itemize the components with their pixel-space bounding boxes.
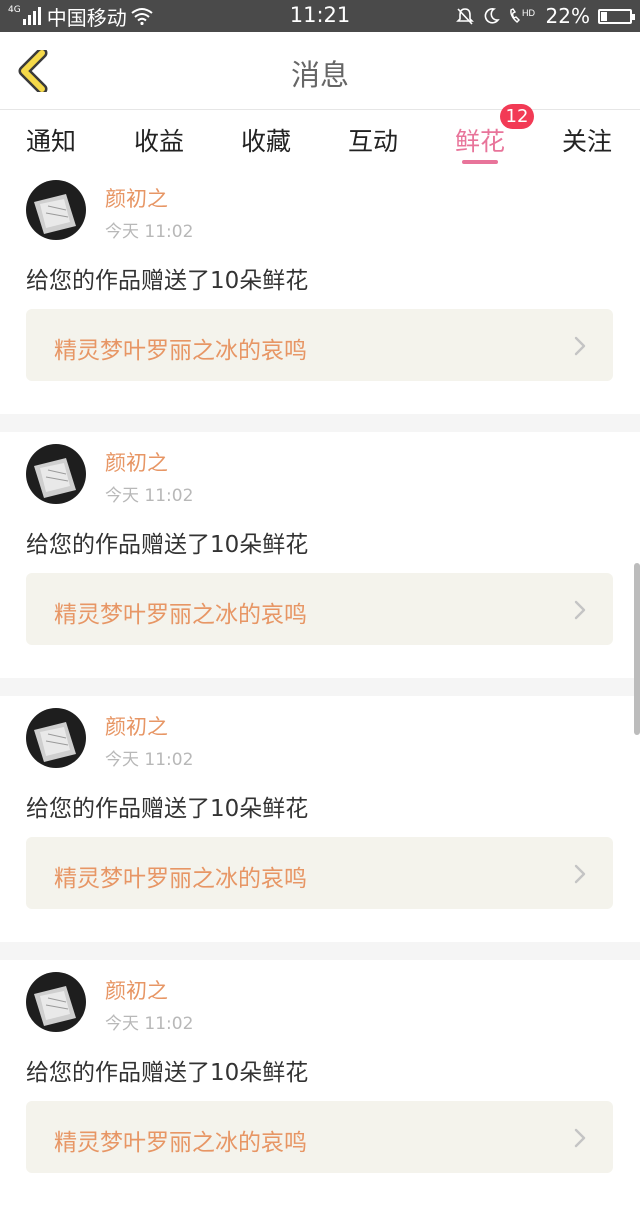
timestamp: 今天 11:02: [105, 222, 194, 242]
tab-favorites[interactable]: 收藏: [241, 122, 291, 158]
chevron-right-icon: [574, 864, 586, 884]
message-text: 给您的作品赠送了10朵鲜花: [26, 268, 309, 294]
divider: [0, 942, 640, 960]
list-item: 颜初之 今天 11:02 给您的作品赠送了10朵鲜花 精灵梦叶罗丽之冰的哀鸣: [0, 696, 640, 942]
user-name[interactable]: 颜初之: [105, 183, 168, 213]
battery-icon: [598, 8, 635, 24]
active-tab-indicator: [462, 160, 498, 164]
hd-call-icon: HD: [509, 8, 535, 23]
tab-interactions[interactable]: 互动: [348, 122, 398, 158]
unread-badge: 12: [500, 104, 534, 129]
battery-fill: [601, 11, 607, 21]
timestamp: 今天 11:02: [105, 750, 194, 770]
scrollbar[interactable]: [634, 563, 640, 735]
timestamp: 今天 11:02: [105, 486, 194, 506]
list-item: 颜初之 今天 11:02 给您的作品赠送了10朵鲜花 精灵梦叶罗丽之冰的哀鸣: [0, 432, 640, 678]
work-title: 精灵梦叶罗丽之冰的哀鸣: [54, 338, 307, 364]
status-bar: 4G 中国移动 11:21 HD 22%: [0, 0, 640, 32]
chevron-right-icon: [574, 1128, 586, 1148]
moon-icon: [484, 8, 500, 24]
tab-earnings[interactable]: 收益: [134, 122, 184, 158]
avatar[interactable]: [26, 708, 86, 768]
work-link[interactable]: 精灵梦叶罗丽之冰的哀鸣: [26, 1101, 613, 1173]
user-name[interactable]: 颜初之: [105, 447, 168, 477]
status-right: HD 22%: [455, 3, 635, 29]
message-text: 给您的作品赠送了10朵鲜花: [26, 532, 309, 558]
divider: [0, 678, 640, 696]
timestamp: 今天 11:02: [105, 1014, 194, 1034]
work-title: 精灵梦叶罗丽之冰的哀鸣: [54, 602, 307, 628]
work-link[interactable]: 精灵梦叶罗丽之冰的哀鸣: [26, 837, 613, 909]
user-name[interactable]: 颜初之: [105, 711, 168, 741]
work-link[interactable]: 精灵梦叶罗丽之冰的哀鸣: [26, 573, 613, 645]
tab-notify[interactable]: 通知: [26, 122, 76, 158]
list-item: 颜初之 今天 11:02 给您的作品赠送了10朵鲜花 精灵梦叶罗丽之冰的哀鸣: [0, 960, 640, 1206]
list-item: 颜初之 今天 11:02 给您的作品赠送了10朵鲜花 精灵梦叶罗丽之冰的哀鸣: [0, 168, 640, 414]
work-title: 精灵梦叶罗丽之冰的哀鸣: [54, 1130, 307, 1156]
tab-follow[interactable]: 关注: [562, 122, 612, 158]
tab-bar: 通知 收益 收藏 互动 鲜花 关注: [0, 110, 640, 168]
avatar[interactable]: [26, 972, 86, 1032]
chevron-right-icon: [574, 336, 586, 356]
mute-icon: [455, 8, 474, 25]
chevron-right-icon: [574, 600, 586, 620]
divider: [0, 414, 640, 432]
battery-percent: 22%: [545, 4, 590, 28]
user-name[interactable]: 颜初之: [105, 975, 168, 1005]
work-link[interactable]: 精灵梦叶罗丽之冰的哀鸣: [26, 309, 613, 381]
tab-flowers[interactable]: 鲜花: [455, 122, 505, 158]
message-text: 给您的作品赠送了10朵鲜花: [26, 796, 309, 822]
message-feed: 颜初之 今天 11:02 给您的作品赠送了10朵鲜花 精灵梦叶罗丽之冰的哀鸣 颜…: [0, 168, 640, 1206]
page-title: 消息: [290, 58, 349, 92]
app-header: 消息: [0, 32, 640, 110]
avatar[interactable]: [26, 180, 86, 240]
avatar[interactable]: [26, 444, 86, 504]
message-text: 给您的作品赠送了10朵鲜花: [26, 1060, 309, 1086]
svg-text:HD: HD: [522, 8, 535, 18]
work-title: 精灵梦叶罗丽之冰的哀鸣: [54, 866, 307, 892]
